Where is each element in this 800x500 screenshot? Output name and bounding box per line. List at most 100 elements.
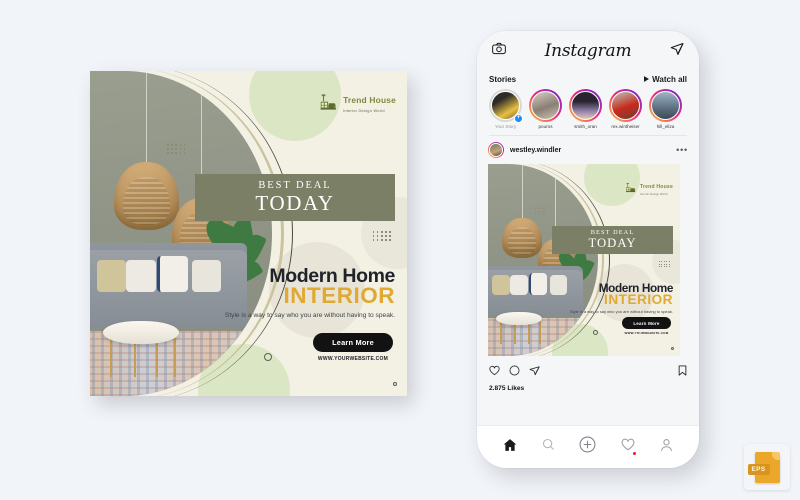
notification-badge bbox=[632, 451, 637, 455]
poster-subcopy: Style is a way to say who you are withou… bbox=[569, 309, 673, 314]
poster-headline-line2: INTERIOR bbox=[604, 292, 673, 307]
likes-count: 2.875 Likes bbox=[489, 385, 525, 392]
stories-title: Stories bbox=[489, 75, 517, 84]
screenshot-stage: Trend House Interior Design World BEST D… bbox=[0, 0, 800, 500]
post-header: westley.windler ••• bbox=[477, 136, 699, 164]
play-triangle-icon bbox=[644, 75, 650, 84]
instagram-screen: Instagram Stories Watch all + Your Story… bbox=[477, 31, 699, 426]
instagram-logo: Instagram bbox=[544, 41, 632, 61]
search-icon[interactable] bbox=[542, 438, 555, 456]
activity-heart-icon[interactable] bbox=[621, 438, 637, 456]
story-ring bbox=[609, 89, 642, 122]
poster-content-column: Trend House Interior Design World BEST D… bbox=[167, 71, 407, 396]
poster-subcopy: Style is a way to say who you are withou… bbox=[224, 312, 395, 319]
page-fold-icon bbox=[771, 451, 780, 460]
sofa-lamp-logo-icon bbox=[625, 180, 637, 193]
story-item[interactable]: + Your Story bbox=[489, 89, 523, 129]
social-media-poster: Trend House Interior Design World BEST D… bbox=[90, 71, 407, 396]
post-image[interactable]: Trend House Interior Design World BEST D… bbox=[488, 164, 680, 356]
brand-logo: Trend House Interior Design World bbox=[319, 91, 396, 112]
story-item[interactable]: smith_oran bbox=[569, 89, 602, 129]
story-avatar bbox=[530, 90, 561, 121]
paper-plane-icon[interactable] bbox=[529, 363, 540, 381]
paper-plane-icon[interactable] bbox=[670, 42, 684, 61]
eps-label: EPS bbox=[747, 463, 770, 475]
plus-circle-icon[interactable] bbox=[579, 436, 596, 458]
story-item[interactable]: hill_eliza bbox=[649, 89, 682, 129]
website-url: WWW.YOURWEBSITE.COM bbox=[624, 331, 669, 335]
pendant-lamp-left bbox=[502, 217, 542, 259]
learn-more-button[interactable]: Learn More bbox=[622, 317, 671, 329]
person-icon[interactable] bbox=[660, 438, 673, 457]
deal-badge-line1: BEST DEAL bbox=[590, 229, 635, 237]
deal-badge-line2: TODAY bbox=[588, 236, 637, 251]
deal-badge-line1: BEST DEAL bbox=[258, 180, 332, 192]
story-avatar bbox=[650, 90, 681, 121]
add-story-icon[interactable]: + bbox=[514, 114, 523, 123]
bookmark-icon[interactable] bbox=[678, 363, 687, 381]
eps-format-badge: EPS bbox=[744, 444, 790, 490]
best-deal-badge: BEST DEAL TODAY bbox=[195, 174, 395, 221]
pendant-lamp-left bbox=[113, 162, 180, 231]
decorative-ring-dot-1 bbox=[593, 330, 598, 335]
dot-grid-bottom bbox=[658, 261, 670, 268]
pillow-1 bbox=[492, 275, 510, 295]
story-avatar bbox=[610, 90, 641, 121]
comment-icon[interactable] bbox=[509, 363, 520, 381]
brand-logo: Trend House Interior Design World bbox=[625, 176, 673, 196]
interior-photo bbox=[90, 71, 272, 396]
story-item[interactable]: rex.wintheiser bbox=[609, 89, 642, 129]
poster-headline-line2: INTERIOR bbox=[283, 283, 395, 308]
room-scene bbox=[90, 71, 272, 396]
brand-tagline: Interior Design World bbox=[639, 192, 668, 196]
bottom-tab-bar bbox=[477, 426, 699, 468]
watch-all-label: Watch all bbox=[652, 75, 687, 84]
heart-icon[interactable] bbox=[489, 363, 500, 381]
story-username: hill_eliza bbox=[656, 124, 675, 129]
poster-content-column: Trend House Interior Design World BEST D… bbox=[535, 164, 680, 356]
stories-section: Stories Watch all + Your Story pouros sm… bbox=[477, 71, 699, 136]
decorative-ring-dot-2 bbox=[671, 347, 674, 350]
story-ring: + bbox=[489, 89, 523, 123]
room-scene bbox=[488, 164, 598, 356]
post-action-bar bbox=[477, 356, 699, 381]
website-url: WWW.YOURWEBSITE.COM bbox=[317, 356, 389, 362]
story-username: Your Story bbox=[494, 124, 517, 129]
dot-grid-top bbox=[167, 144, 186, 154]
phone-mockup: Instagram Stories Watch all + Your Story… bbox=[477, 31, 699, 468]
watch-all-button[interactable]: Watch all bbox=[644, 75, 687, 84]
deal-badge-line2: TODAY bbox=[255, 191, 335, 216]
story-item[interactable]: pouros bbox=[529, 89, 562, 129]
avatar[interactable] bbox=[488, 142, 504, 158]
story-avatar bbox=[570, 90, 601, 121]
dot-grid-bottom bbox=[372, 231, 391, 241]
decorative-ring-dot-1 bbox=[264, 353, 272, 361]
stories-list[interactable]: + Your Story pouros smith_oran rex.winth… bbox=[489, 89, 687, 129]
camera-icon[interactable] bbox=[492, 42, 506, 60]
sofa-lamp-logo-icon bbox=[319, 93, 338, 111]
post-username[interactable]: westley.windler bbox=[510, 147, 670, 154]
stories-header: Stories Watch all bbox=[489, 75, 687, 84]
story-ring bbox=[649, 89, 682, 122]
story-ring bbox=[529, 89, 562, 122]
decorative-ring-dot-2 bbox=[393, 382, 397, 386]
ellipsis-icon[interactable]: ••• bbox=[676, 145, 688, 155]
pillow-1 bbox=[97, 259, 127, 292]
brand-tagline: Interior Design World bbox=[343, 107, 385, 113]
dot-grid-top bbox=[535, 208, 547, 215]
coffee-table bbox=[102, 321, 180, 344]
story-ring bbox=[569, 89, 602, 122]
pillow-2 bbox=[510, 275, 528, 295]
pillow-2 bbox=[126, 259, 156, 292]
story-username: rex.wintheiser bbox=[611, 124, 640, 129]
instagram-header: Instagram bbox=[477, 31, 699, 71]
learn-more-button[interactable]: Learn More bbox=[313, 333, 393, 352]
story-username: pouros bbox=[538, 124, 553, 129]
interior-photo bbox=[488, 164, 598, 356]
brand-name: Trend House bbox=[343, 95, 396, 105]
file-icon: EPS bbox=[747, 451, 780, 483]
story-username: smith_oran bbox=[574, 124, 597, 129]
home-icon[interactable] bbox=[503, 438, 517, 457]
best-deal-badge: BEST DEAL TODAY bbox=[552, 226, 673, 254]
brand-name: Trend House bbox=[639, 184, 673, 190]
